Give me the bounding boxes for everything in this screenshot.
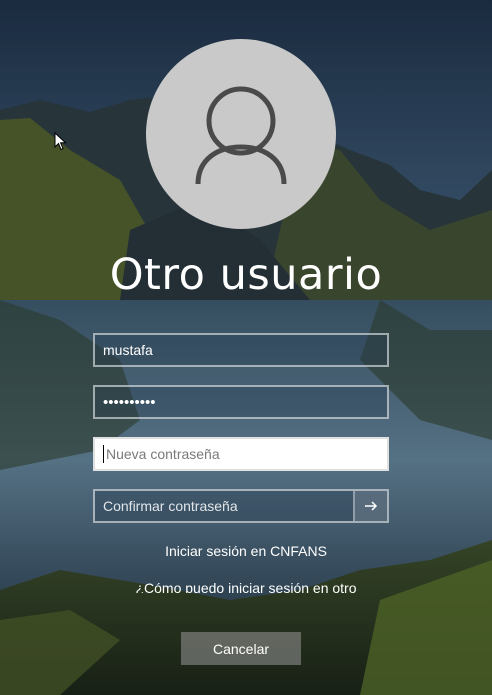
username-value: mustafa [103,342,153,358]
submit-button[interactable] [353,491,387,521]
sign-in-domain-link[interactable]: Iniciar sesión en CNFANS [0,543,492,559]
arrow-right-icon [365,501,378,511]
mouse-cursor-icon [54,132,67,151]
text-caret [103,445,104,463]
current-password-field[interactable]: •••••••••• [93,385,389,419]
cancel-button[interactable]: Cancelar [181,632,301,665]
user-avatar [146,39,336,229]
new-password-field[interactable]: Nueva contraseña [93,437,389,471]
username-field[interactable]: mustafa [93,333,389,367]
user-name: Otro usuario [109,250,383,300]
password-mask: •••••••••• [103,393,156,411]
user-icon [195,86,287,185]
confirm-password-placeholder: Confirmar contraseña [103,498,238,514]
new-password-placeholder: Nueva contraseña [106,446,220,462]
how-to-sign-in-link[interactable]: ¿Cómo puedo iniciar sesión en otro [0,579,492,593]
confirm-password-field[interactable]: Confirmar contraseña [93,489,389,523]
